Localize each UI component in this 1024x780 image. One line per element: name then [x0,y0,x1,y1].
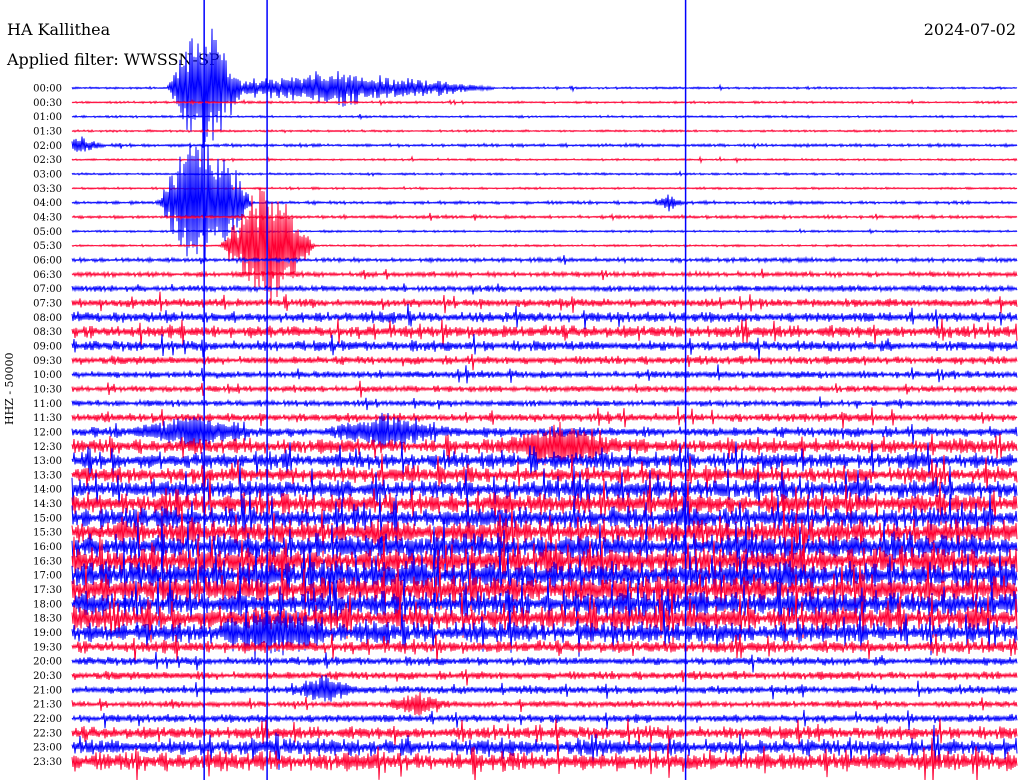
trace-row [71,128,1018,134]
trace-row [71,353,1018,371]
trace-row [71,380,1018,398]
row-time-label: 13:00 [33,456,62,467]
row-time-label: 15:00 [33,513,62,524]
row-time-label: 00:30 [33,98,62,109]
trace-row [71,737,1018,780]
row-time-label: 14:30 [33,499,62,510]
row-time-label: 04:00 [33,198,62,209]
row-time-label: 09:30 [33,356,62,367]
row-time-label: 01:00 [33,112,62,123]
trace-row [71,718,1018,747]
row-time-label: 12:30 [33,442,62,453]
row-time-label: 09:00 [33,341,62,352]
trace-row [71,709,1018,731]
trace-row [71,674,1018,702]
row-time-label: 04:30 [33,212,62,223]
trace-row [71,669,1018,686]
trace-row [71,144,1018,262]
row-time-label: 03:30 [33,184,62,195]
row-time-label: 17:30 [33,585,62,596]
row-time-label: 07:30 [33,298,62,309]
row-time-label: 08:00 [33,313,62,324]
row-time-label: 21:30 [33,700,62,711]
row-time-label: 19:30 [33,642,62,653]
row-time-label: 14:00 [33,485,62,496]
row-time-label: 02:30 [33,155,62,166]
row-time-label: 23:00 [33,743,62,754]
row-time-label: 11:00 [33,399,62,410]
trace-row [71,364,1018,384]
row-time-label: 17:00 [33,571,62,582]
trace-row [71,406,1018,429]
row-time-label: 07:00 [33,284,62,295]
trace-row [71,651,1018,673]
row-time-label: 13:30 [33,470,62,481]
row-time-label: 10:30 [33,384,62,395]
row-time-label: 05:30 [33,241,62,252]
row-time-label: 18:30 [33,614,62,625]
row-time-label: 23:30 [33,757,62,768]
row-time-label: 12:00 [33,427,62,438]
row-time-label: 20:00 [33,657,62,668]
row-time-label: 18:00 [33,599,62,610]
row-time-label: 22:00 [33,714,62,725]
row-time-label: 15:30 [33,528,62,539]
trace-row [71,136,1018,152]
row-time-label: 01:30 [33,126,62,137]
row-time-label: 06:30 [33,270,62,281]
row-time-label: 00:00 [33,84,62,95]
row-time-label: 22:30 [33,728,62,739]
trace-row [71,303,1018,330]
trace-row [71,268,1018,281]
trace-row [71,396,1018,411]
row-time-label: 02:00 [33,141,62,152]
row-time-label: 08:30 [33,327,62,338]
trace-row [71,291,1018,314]
row-time-label: 20:30 [33,671,62,682]
trace-row [71,255,1018,265]
row-time-label: 06:00 [33,255,62,266]
row-time-label: 10:00 [33,370,62,381]
helicorder-plot: 00:00 00:30 01:00 01:30 02:00 02:30 03:00 03:30… [33,0,1018,780]
row-time-label: 05:00 [33,227,62,238]
trace-row [71,228,1018,235]
trace-row [71,283,1018,295]
row-time-label: 21:00 [33,685,62,696]
trace-row [71,170,1018,178]
row-time-label: 16:00 [33,542,62,553]
trace-row [71,692,1018,716]
row-time-label: 03:00 [33,169,62,180]
row-time-label: 16:30 [33,556,62,567]
row-time-label: 11:30 [33,413,62,424]
trace-row [71,155,1018,165]
row-time-label: 19:00 [33,628,62,639]
